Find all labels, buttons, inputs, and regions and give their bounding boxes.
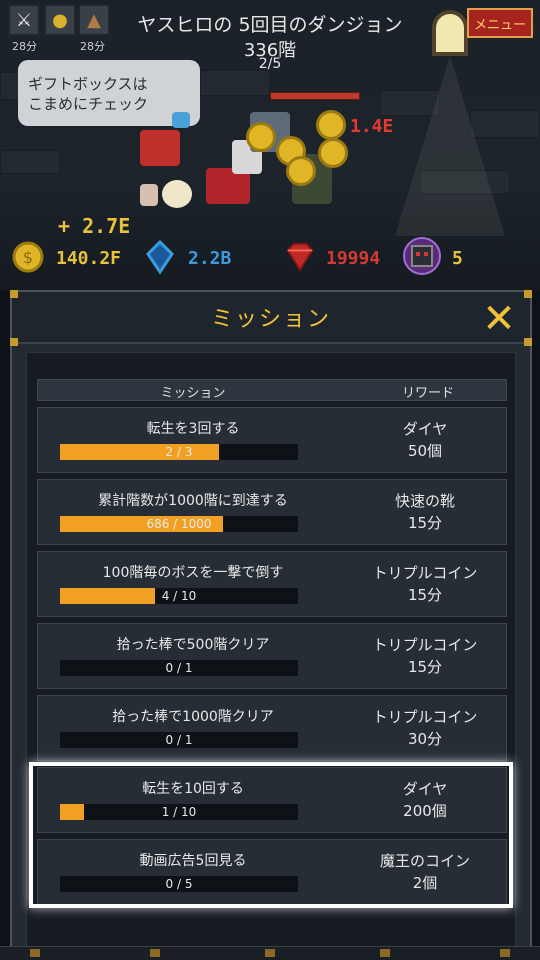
close-icon[interactable]: ✕ bbox=[479, 299, 519, 340]
mission-row[interactable]: 動画広告5回見る 0 / 5 魔王のコイン 2個 bbox=[37, 839, 507, 905]
ruby-icon bbox=[286, 242, 314, 272]
panel-corner-ornament bbox=[10, 338, 18, 346]
soul-gem-icon bbox=[146, 240, 174, 274]
reward-item: トリプルコイン bbox=[372, 708, 478, 726]
border-ornament bbox=[265, 949, 275, 957]
progress-text: 4 / 10 bbox=[161, 589, 197, 603]
column-header-reward: リワード bbox=[401, 386, 454, 401]
reward-amount: 30分 bbox=[407, 730, 443, 748]
blue-bird-sprite bbox=[172, 112, 190, 128]
mission-reward: ダイヤ 200個 bbox=[350, 778, 500, 822]
progress-text: 0 / 1 bbox=[165, 733, 193, 747]
mission-reward: 魔王のコイン 2個 bbox=[350, 850, 500, 894]
mission-progress-bar: 0 / 1 bbox=[60, 732, 298, 748]
mission-name: 拾った棒で1000階クリア bbox=[112, 709, 274, 725]
menu-button[interactable]: メニュー bbox=[467, 8, 533, 38]
reward-item: ダイヤ bbox=[402, 420, 448, 438]
border-ornament bbox=[380, 949, 390, 957]
pet-sprite bbox=[140, 184, 158, 206]
progress-text: 0 / 1 bbox=[165, 661, 193, 675]
mission-name: 転生を3回する bbox=[146, 421, 240, 437]
egg-sprite bbox=[162, 180, 192, 208]
mission-row[interactable]: 転生を3回する 2 / 3 ダイヤ 50個 bbox=[37, 407, 507, 473]
mission-row[interactable]: 拾った棒で1000階クリア 0 / 1 トリプルコイン 30分 bbox=[37, 695, 507, 761]
dungeon-title: ヤスヒロの 5回目のダンジョン bbox=[137, 14, 403, 36]
soul-amount: 2.2B bbox=[188, 248, 232, 269]
reward-item: トリプルコイン bbox=[372, 636, 478, 654]
panel-corner-ornament bbox=[524, 290, 532, 298]
column-header-mission: ミッション bbox=[160, 386, 226, 401]
gold-coin-icon: $ bbox=[12, 241, 44, 273]
enemy-health-bar bbox=[270, 92, 360, 100]
progress-text: 686 / 1000 bbox=[146, 517, 212, 531]
reward-item: トリプルコイン bbox=[372, 564, 478, 582]
wall-brick bbox=[0, 150, 60, 174]
mission-reward: トリプルコイン 15分 bbox=[350, 562, 500, 606]
reward-amount: 15分 bbox=[407, 586, 443, 604]
gold-coin-drop bbox=[246, 122, 276, 152]
wall-brick bbox=[200, 70, 270, 96]
mission-progress-bar: 2 / 3 bbox=[60, 444, 298, 460]
tip-line: ギフトボックスは bbox=[28, 75, 148, 93]
panel-title: ミッション bbox=[210, 307, 331, 332]
reward-amount: 200個 bbox=[403, 802, 447, 820]
red-bird-sprite bbox=[140, 130, 180, 166]
demon-coin-amount: 5 bbox=[452, 248, 463, 269]
mission-reward: トリプルコイン 30分 bbox=[350, 706, 500, 750]
game-scene: ⚔ 28分 ● ▲ 28分 ヤスヒロの 5回目のダンジョン 336階 2/5 メ… bbox=[0, 0, 540, 290]
ruby-amount: 19994 bbox=[326, 248, 381, 269]
gold-amount: 140.2F bbox=[56, 248, 122, 269]
panel-corner-ornament bbox=[524, 338, 532, 346]
reward-amount: 50個 bbox=[407, 442, 443, 460]
reward-item: 魔王のコイン bbox=[379, 852, 470, 870]
reward-amount: 15分 bbox=[407, 514, 443, 532]
progress-text: 2 / 3 bbox=[165, 445, 193, 459]
gold-coin-drop bbox=[318, 138, 348, 168]
mission-progress-bar: 4 / 10 bbox=[60, 588, 298, 604]
mission-row[interactable]: 拾った棒で500階クリア 0 / 1 トリプルコイン 15分 bbox=[37, 623, 507, 689]
border-ornament bbox=[500, 949, 510, 957]
mission-reward: 快速の靴 15分 bbox=[350, 490, 500, 534]
reward-amount: 2個 bbox=[412, 874, 438, 892]
mission-row[interactable]: 転生を10回する 1 / 10 ダイヤ 200個 bbox=[37, 767, 507, 833]
mission-progress-bar: 0 / 1 bbox=[60, 660, 298, 676]
window-light-beam bbox=[395, 56, 505, 236]
gold-gain-popup: + 2.7E bbox=[58, 214, 131, 238]
mission-name: 累計階数が1000階に到達する bbox=[98, 493, 288, 509]
border-ornament bbox=[150, 949, 160, 957]
progress-text: 0 / 5 bbox=[165, 877, 193, 891]
mission-name: 転生を10回する bbox=[142, 781, 244, 797]
panel-header: ミッション bbox=[12, 292, 530, 344]
damage-number: 1.4E bbox=[350, 116, 394, 137]
border-ornament bbox=[30, 949, 40, 957]
mission-table-header: ミッション リワード bbox=[37, 379, 507, 401]
mission-name: 拾った棒で500階クリア bbox=[116, 637, 270, 653]
mission-row[interactable]: 累計階数が1000階に到達する 686 / 1000 快速の靴 15分 bbox=[37, 479, 507, 545]
reward-amount: 15分 bbox=[407, 658, 443, 676]
mission-reward: トリプルコイン 15分 bbox=[350, 634, 500, 678]
tip-line: こまめにチェック bbox=[28, 95, 149, 113]
mission-progress-bar: 0 / 5 bbox=[60, 876, 298, 892]
panel-corner-ornament bbox=[10, 290, 18, 298]
demon-coin-icon bbox=[403, 237, 441, 275]
reward-item: 快速の靴 bbox=[394, 492, 455, 510]
mission-name: 100階毎のボスを一撃で倒す bbox=[102, 565, 284, 581]
mission-name: 動画広告5回見る bbox=[139, 853, 247, 869]
mission-list: ミッション リワード 転生を3回する 2 / 3 ダイヤ 50個 累計階数が10… bbox=[26, 352, 516, 952]
reward-item: ダイヤ bbox=[402, 780, 448, 798]
svg-text:$: $ bbox=[23, 248, 33, 267]
mission-panel: ミッション ✕ ミッション リワード 転生を3回する 2 / 3 ダイヤ 50個… bbox=[10, 290, 532, 960]
progress-text: 1 / 10 bbox=[161, 805, 197, 819]
mission-progress-bar: 686 / 1000 bbox=[60, 516, 298, 532]
mission-row[interactable]: 100階毎のボスを一撃で倒す 4 / 10 トリプルコイン 15分 bbox=[37, 551, 507, 617]
mission-reward: ダイヤ 50個 bbox=[350, 418, 500, 462]
mission-progress-bar: 1 / 10 bbox=[60, 804, 298, 820]
gold-coin-drop bbox=[316, 110, 346, 140]
gold-coin-drop bbox=[286, 156, 316, 186]
